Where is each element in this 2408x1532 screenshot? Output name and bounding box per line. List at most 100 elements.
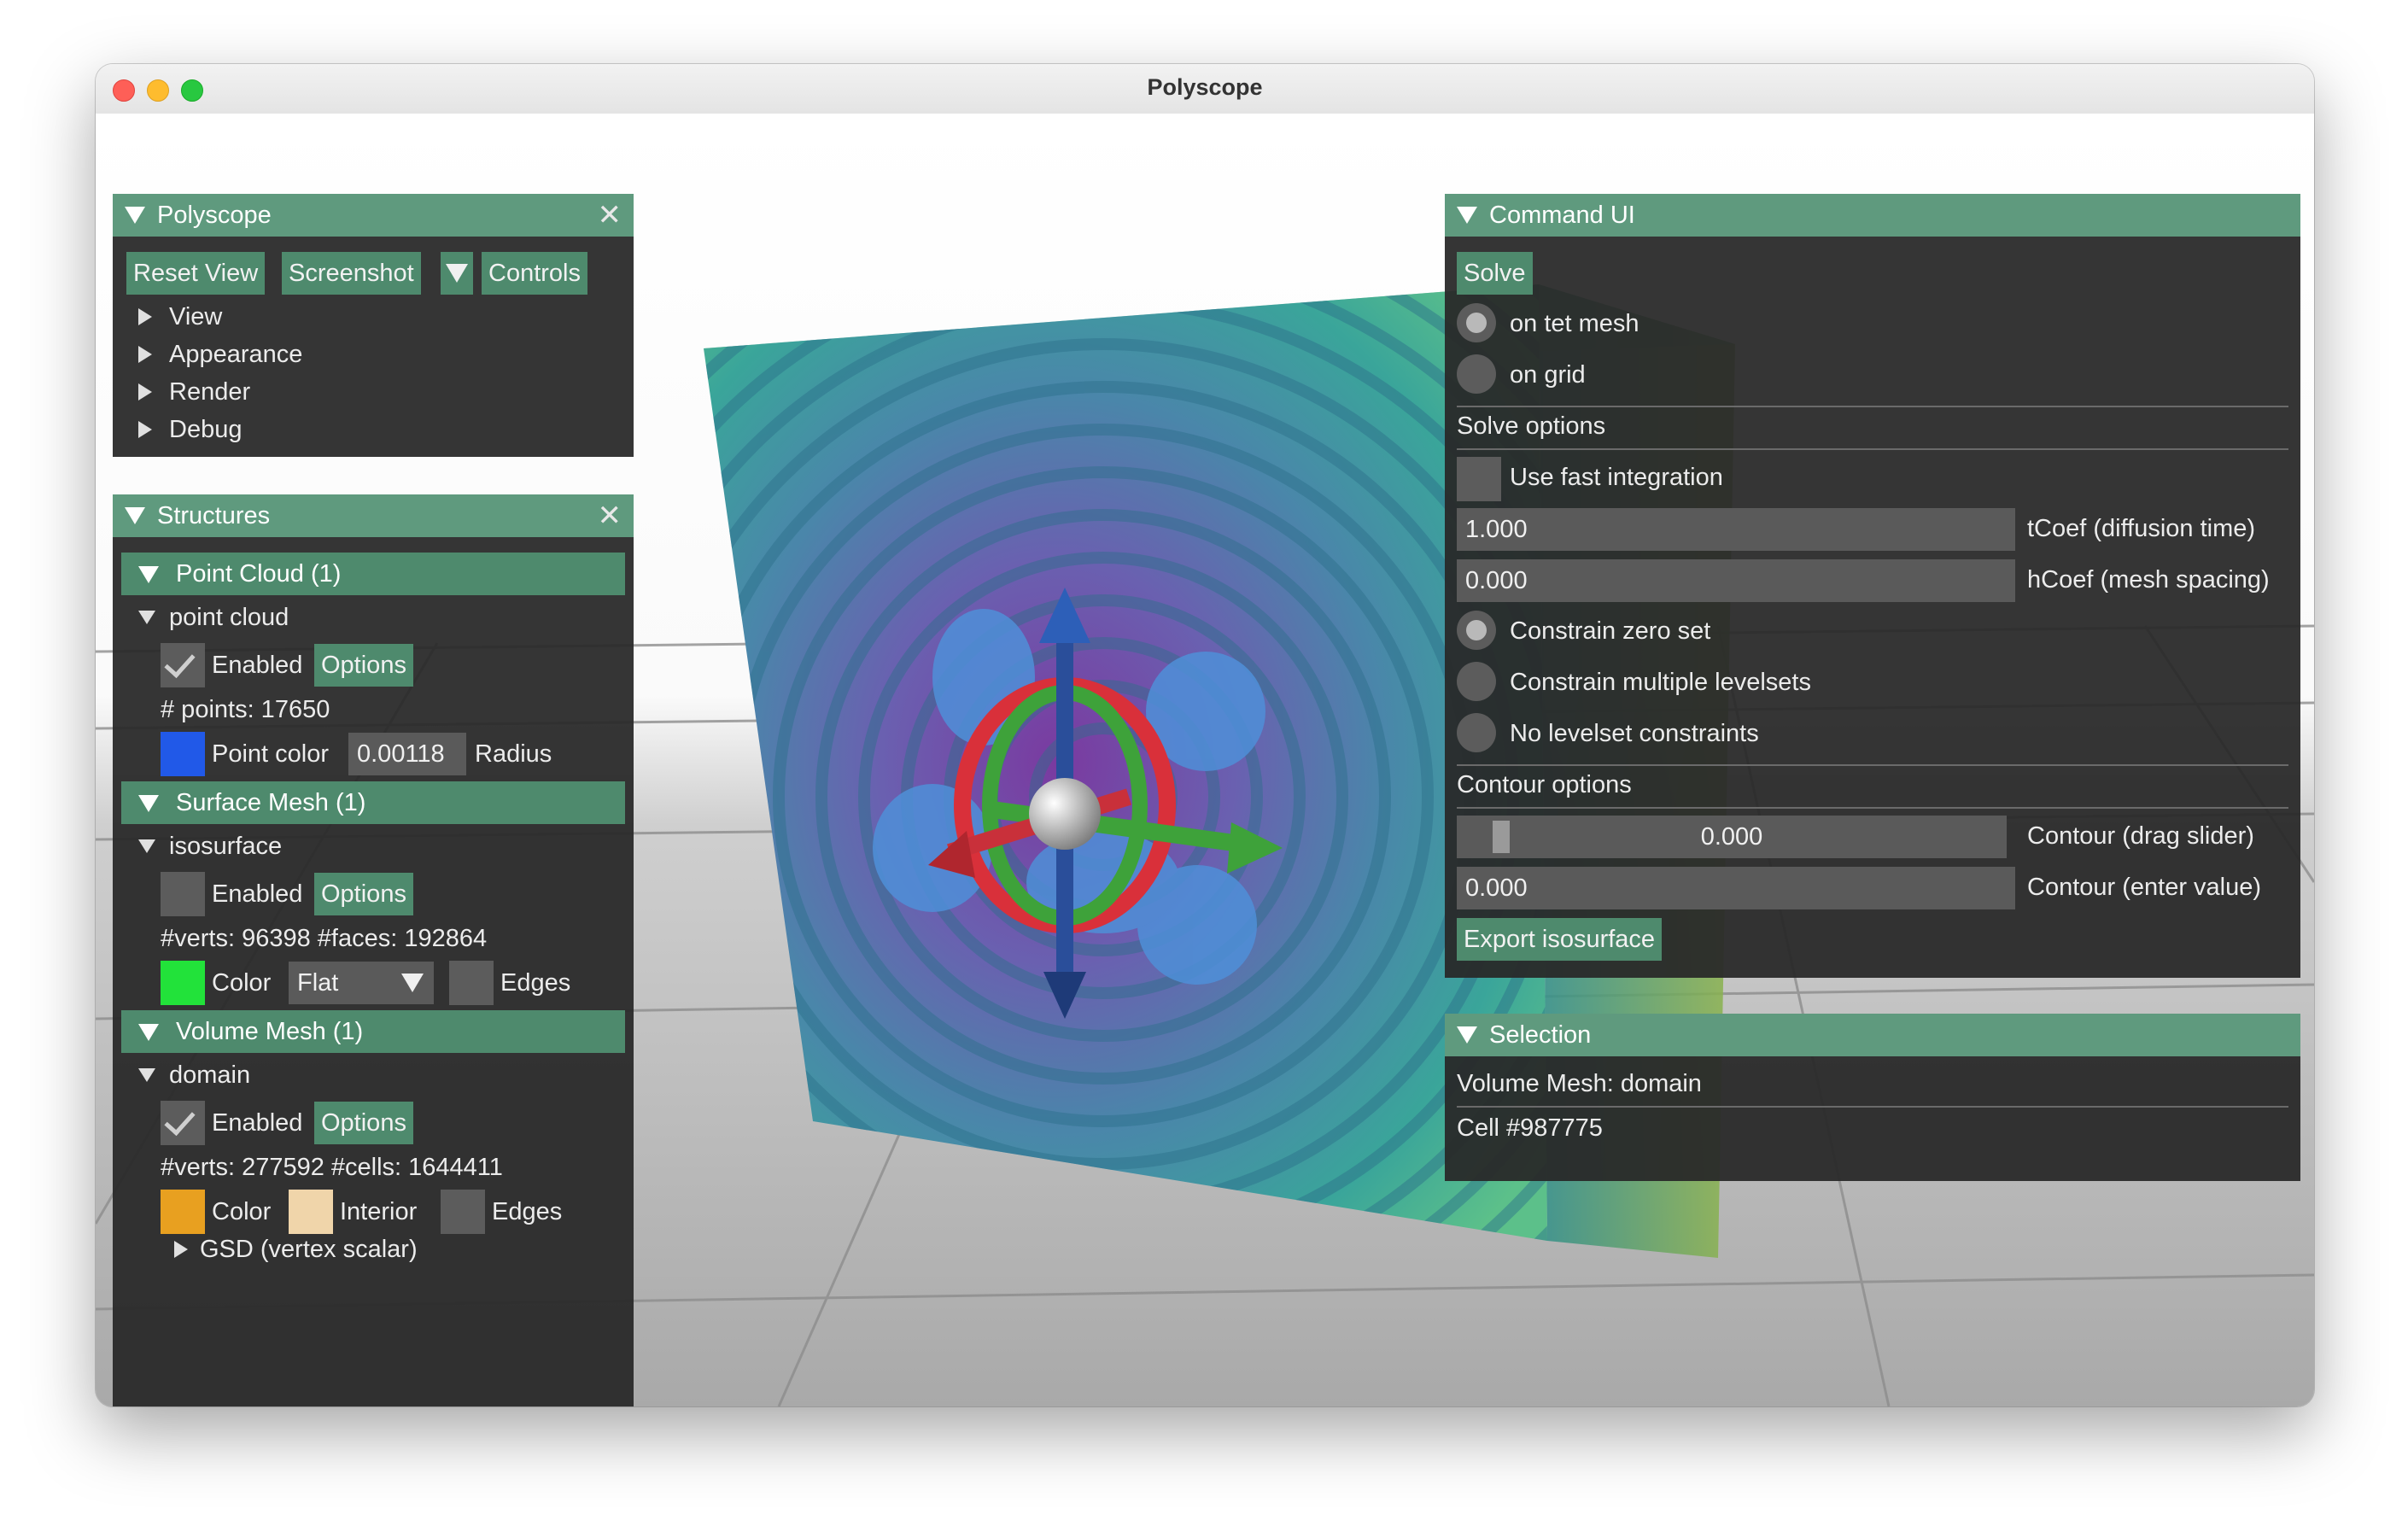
collapse-triangle-icon[interactable]	[1457, 207, 1477, 224]
radius-slider[interactable]: 0.00118	[348, 733, 466, 775]
menu-item-view[interactable]: View	[138, 300, 565, 334]
structures-panel-title: Structures	[157, 502, 271, 529]
contour-value-input[interactable]: 0.000	[1457, 867, 2015, 909]
tcoef-input[interactable]: 1.000	[1457, 508, 2015, 551]
screenshot-button[interactable]: Screenshot	[282, 252, 421, 295]
on-grid-label: on grid	[1510, 361, 1586, 389]
radius-label: Radius	[475, 740, 552, 768]
reset-view-button[interactable]: Reset View	[126, 252, 266, 295]
screenshot-options-dropdown[interactable]	[441, 252, 473, 295]
solve-button[interactable]: Solve	[1457, 252, 1533, 295]
menu-item-appearance[interactable]: Appearance	[138, 337, 565, 371]
structures-panel: Structures ✕ Point Cloud (1) point cloud…	[113, 494, 634, 1406]
window-title: Polyscope	[1147, 74, 1263, 100]
edges-label: Edges	[492, 1198, 563, 1225]
solve-options-label: Solve options	[1457, 412, 1606, 440]
command-ui-panel-title: Command UI	[1489, 202, 1635, 229]
contour-options-label: Contour options	[1457, 771, 1632, 798]
isosurface-enabled-checkbox[interactable]	[161, 872, 205, 916]
app-window: Polyscope Polyscope ✕ Reset View Screens…	[96, 64, 2314, 1406]
export-isosurface-button[interactable]: Export isosurface	[1457, 918, 1663, 961]
no-levelset-constraints-label: No levelset constraints	[1510, 720, 1759, 747]
slider-handle[interactable]	[1493, 821, 1510, 853]
no-levelset-constraints-radio[interactable]	[1457, 713, 1496, 752]
polyscope-panel-header[interactable]: Polyscope ✕	[113, 194, 634, 237]
interior-label: Interior	[340, 1198, 418, 1225]
selection-panel: Selection Volume Mesh: domain Cell #9877…	[1445, 1014, 2300, 1181]
domain-options-button[interactable]: Options	[314, 1102, 413, 1144]
chevron-down-icon	[401, 974, 424, 992]
point-color-label: Point color	[212, 740, 330, 768]
surface-mesh-section-header[interactable]: Surface Mesh (1)	[121, 781, 625, 824]
constrain-zero-set-radio[interactable]	[1457, 611, 1496, 650]
close-icon[interactable]: ✕	[598, 494, 622, 537]
collapse-triangle-icon[interactable]	[125, 507, 145, 524]
selection-panel-title: Selection	[1489, 1021, 1592, 1049]
collapse-triangle-icon[interactable]	[125, 207, 145, 224]
isosurface-color-swatch[interactable]	[161, 961, 205, 1005]
selection-panel-header[interactable]: Selection	[1445, 1014, 2300, 1056]
point-cloud-tree-node[interactable]: point cloud	[138, 600, 565, 634]
expanded-triangle-icon	[138, 611, 155, 624]
enabled-label: Enabled	[212, 880, 303, 908]
command-ui-panel: Command UI Solve on tet mesh on grid Sol…	[1445, 194, 2300, 978]
domain-tree-node[interactable]: domain	[138, 1058, 565, 1092]
expand-triangle-icon	[138, 383, 152, 401]
domain-info: #verts: 277592 #cells: 1644411	[161, 1154, 503, 1181]
divider	[1457, 448, 2288, 450]
selected-cell: Cell #987775	[1457, 1114, 1603, 1142]
domain-edges-checkbox[interactable]	[441, 1190, 485, 1234]
contour-enter-label: Contour (enter value)	[2027, 874, 2262, 901]
checkmark-icon	[164, 1103, 196, 1137]
collapse-triangle-icon	[138, 1024, 159, 1041]
collapse-triangle-icon	[138, 795, 159, 812]
divider	[1457, 807, 2288, 809]
domain-color-swatch[interactable]	[161, 1190, 205, 1234]
shading-select[interactable]: Flat	[289, 962, 434, 1004]
contour-slider-label: Contour (drag slider)	[2027, 822, 2254, 850]
on-grid-radio[interactable]	[1457, 354, 1496, 394]
close-icon[interactable]: ✕	[598, 194, 622, 237]
fast-integration-checkbox[interactable]	[1457, 457, 1501, 501]
hcoef-label: hCoef (mesh spacing)	[2027, 566, 2270, 594]
divider	[1457, 1106, 2288, 1108]
on-tet-mesh-radio[interactable]	[1457, 303, 1496, 342]
polyscope-panel-title: Polyscope	[157, 202, 272, 229]
command-ui-panel-header[interactable]: Command UI	[1445, 194, 2300, 237]
expand-triangle-icon	[138, 346, 152, 363]
tcoef-label: tCoef (diffusion time)	[2027, 515, 2256, 542]
domain-enabled-checkbox[interactable]	[161, 1101, 205, 1145]
constrain-multiple-levelsets-radio[interactable]	[1457, 662, 1496, 701]
constrain-multiple-levelsets-label: Constrain multiple levelsets	[1510, 669, 1811, 696]
checkmark-icon	[164, 646, 196, 679]
expand-triangle-icon	[174, 1241, 188, 1258]
volume-mesh-section-header[interactable]: Volume Mesh (1)	[121, 1010, 625, 1053]
point-cloud-options-button[interactable]: Options	[314, 644, 413, 687]
isosurface-edges-checkbox[interactable]	[449, 961, 494, 1005]
interior-color-swatch[interactable]	[289, 1190, 333, 1234]
3d-viewport[interactable]: Polyscope ✕ Reset View Screenshot Contro…	[96, 114, 2314, 1406]
chevron-down-icon	[446, 264, 468, 283]
on-tet-mesh-label: on tet mesh	[1510, 310, 1639, 337]
collapse-triangle-icon[interactable]	[1457, 1026, 1477, 1044]
isosurface-options-button[interactable]: Options	[314, 873, 413, 915]
polyscope-panel: Polyscope ✕ Reset View Screenshot Contro…	[113, 194, 634, 457]
controls-button[interactable]: Controls	[482, 252, 587, 295]
divider	[1457, 406, 2288, 407]
menu-item-debug[interactable]: Debug	[138, 412, 565, 447]
collapse-triangle-icon	[138, 566, 159, 583]
point-cloud-section-header[interactable]: Point Cloud (1)	[121, 553, 625, 595]
expanded-triangle-icon	[138, 1068, 155, 1082]
hcoef-input[interactable]: 0.000	[1457, 559, 2015, 602]
title-bar: Polyscope	[96, 64, 2314, 114]
point-cloud-enabled-checkbox[interactable]	[161, 643, 205, 687]
point-color-swatch[interactable]	[161, 732, 205, 776]
point-cloud-info: # points: 17650	[161, 696, 330, 723]
expand-triangle-icon	[138, 308, 152, 325]
menu-item-render[interactable]: Render	[138, 375, 565, 409]
gsd-quantity-tree-node[interactable]: GSD (vertex scalar)	[174, 1232, 567, 1266]
color-label: Color	[212, 1198, 272, 1225]
isosurface-tree-node[interactable]: isosurface	[138, 829, 565, 863]
structures-panel-header[interactable]: Structures ✕	[113, 494, 634, 537]
contour-drag-slider[interactable]: 0.000	[1457, 816, 2007, 858]
